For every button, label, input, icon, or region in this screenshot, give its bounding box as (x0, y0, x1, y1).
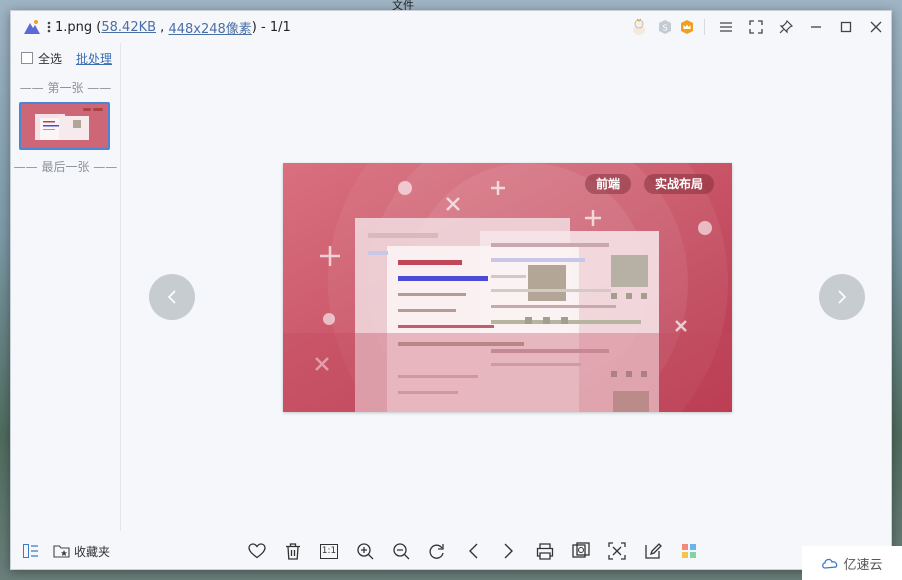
edit-icon[interactable] (635, 531, 671, 571)
watermark-text: 亿速云 (843, 557, 883, 573)
print-icon[interactable] (527, 531, 563, 571)
actual-size-icon: 1:1 (320, 543, 338, 559)
favorites-button[interactable]: 收藏夹 (53, 543, 110, 560)
chevron-right-icon (838, 290, 847, 304)
previous-icon[interactable] (455, 531, 491, 571)
vip-crown-icon[interactable] (676, 11, 698, 43)
selection-row: 全选 批处理 (11, 43, 120, 67)
chevron-left-icon (167, 290, 176, 304)
menu-icon[interactable] (711, 11, 741, 43)
title-bar-controls: S (624, 11, 891, 43)
title-separator: , (156, 19, 169, 35)
dimensions-link[interactable]: 448x248像素 (168, 18, 251, 37)
tag-layout: 实战布局 (644, 174, 715, 194)
maximize-icon[interactable] (831, 11, 861, 43)
last-image-divider: —— 最后一张 —— (13, 160, 118, 174)
scan-icon[interactable] (599, 531, 635, 571)
fullscreen-icon[interactable] (741, 11, 771, 43)
pin-icon[interactable] (771, 11, 801, 43)
rotate-icon[interactable] (419, 531, 455, 571)
folder-star-icon (53, 545, 70, 558)
paren-open: ( (92, 19, 102, 35)
image-canvas: 前端 实战布局 (122, 43, 893, 531)
bottom-left-tools: 收藏夹 (23, 531, 110, 571)
favorites-label: 收藏夹 (74, 544, 111, 559)
site-watermark: 亿速云 (802, 546, 902, 580)
delete-icon[interactable] (275, 531, 311, 571)
apps-grid-icon[interactable] (671, 531, 707, 571)
first-image-divider: —— 第一张 —— (19, 81, 112, 95)
select-all-checkbox[interactable] (21, 52, 33, 64)
more-dots-icon[interactable] (47, 20, 51, 34)
sidebar-toggle-icon[interactable] (23, 544, 39, 558)
bottom-main-tools: 1:1 (239, 531, 707, 571)
title-bar-divider (704, 19, 705, 35)
skin-icon[interactable]: S (654, 11, 676, 43)
previous-image-button[interactable] (149, 274, 195, 320)
next-icon[interactable] (491, 531, 527, 571)
mascot-icon[interactable] (624, 11, 654, 43)
title-bar: 1.png ( 58.42KB , 448x248像素 ) - 1/1 S (11, 11, 891, 43)
cloud-logo-icon (822, 558, 838, 569)
displayed-image: 前端 实战布局 (283, 163, 732, 412)
bottom-toolbar: 收藏夹 1:1 (11, 531, 891, 571)
tag-frontend: 前端 (585, 174, 632, 194)
image-counter: - 1/1 (256, 19, 291, 35)
zoom-in-icon[interactable] (347, 531, 383, 571)
heart-icon[interactable] (239, 531, 275, 571)
image-viewer-window: 1.png ( 58.42KB , 448x248像素 ) - 1/1 S 全选… (10, 10, 892, 570)
select-all-label[interactable]: 全选 (38, 50, 62, 67)
batch-process-link[interactable]: 批处理 (76, 50, 112, 67)
close-icon[interactable] (861, 11, 891, 43)
screenshot-icon[interactable] (563, 531, 599, 571)
thumbnail-sidebar: 全选 批处理 —— 第一张 —— —— 最后一张 —— (11, 43, 121, 531)
app-logo-icon (24, 20, 40, 34)
next-image-button[interactable] (819, 274, 865, 320)
svg-text:S: S (662, 24, 667, 33)
thumbnail-1[interactable] (19, 102, 110, 150)
actual-size-button[interactable]: 1:1 (311, 531, 347, 571)
window-title: 1.png ( 58.42KB , 448x248像素 ) - 1/1 (55, 18, 291, 37)
zoom-out-icon[interactable] (383, 531, 419, 571)
file-name: 1.png (55, 19, 93, 35)
minimize-icon[interactable] (801, 11, 831, 43)
file-size-link[interactable]: 58.42KB (101, 20, 156, 35)
